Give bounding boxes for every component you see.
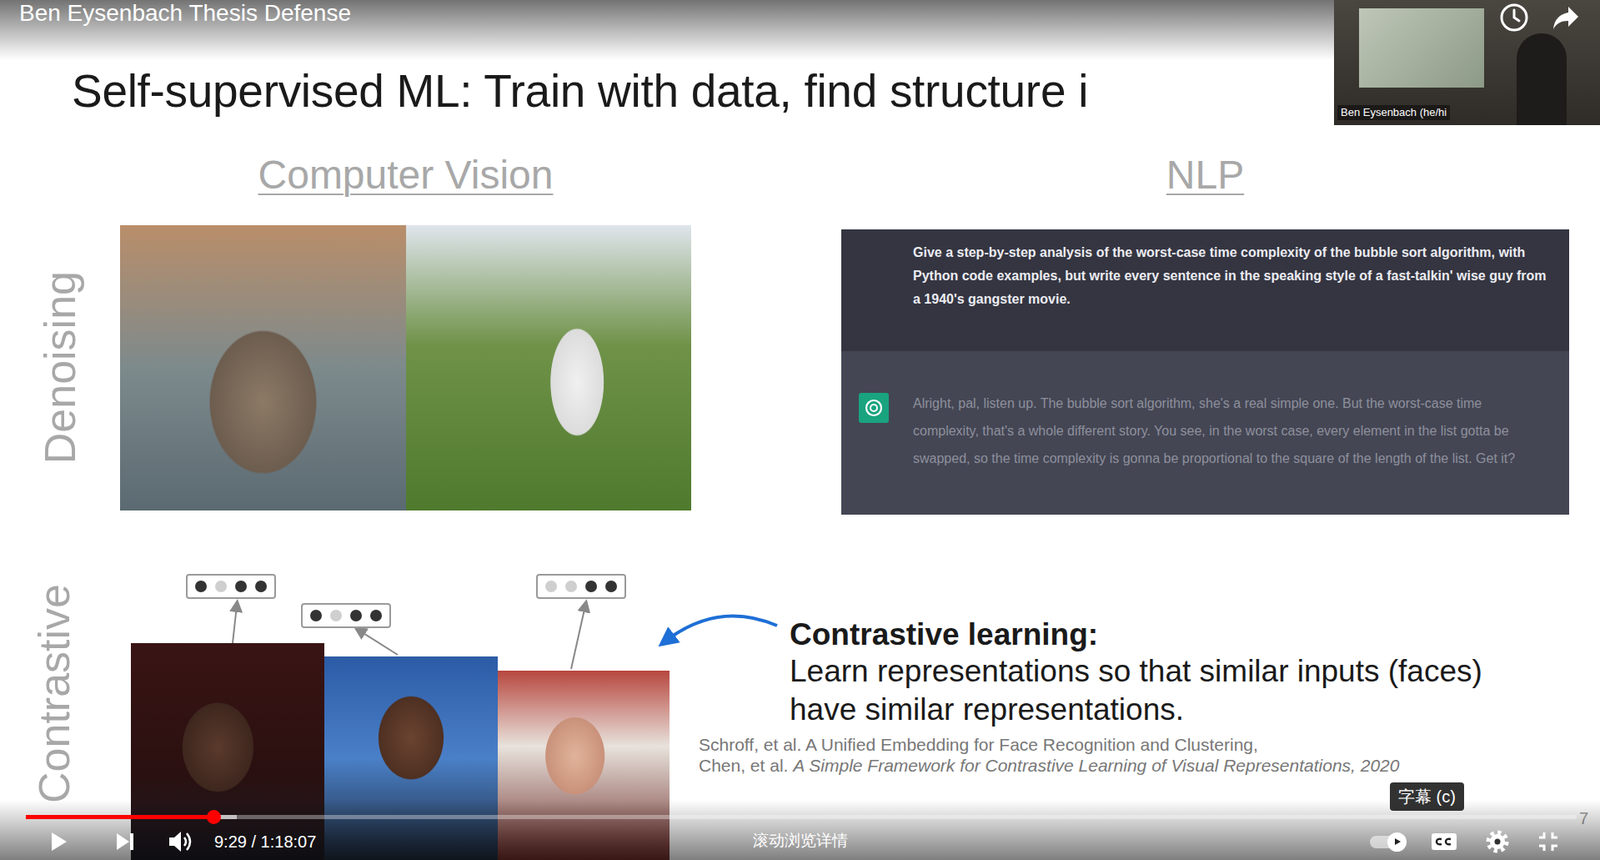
embedding-vector [536,573,627,599]
embedding-dot [215,580,227,592]
time-display: 9:29 / 1:18:07 [214,832,316,852]
embedding-dot [585,580,597,592]
chat-screenshot: Give a step-by-step analysis of the wors… [841,229,1570,515]
progress-bar[interactable] [25,814,1577,819]
embedding-dot [565,580,577,592]
next-video-icon[interactable] [114,830,136,853]
embedding-dot [255,580,267,592]
denoising-section: Computer Vision NLP Denoising Give a step-b… [0,151,1600,511]
row-label-box: Denoising [0,225,121,511]
chatgpt-logo-icon [858,392,889,423]
share-arrow-icon[interactable] [1549,1,1582,34]
generated-image [406,225,693,511]
contrastive-heading: Contrastive learning: [789,616,1507,653]
contrastive-body: Learn representations so that similar in… [789,652,1507,729]
autoplay-toggle[interactable] [1369,835,1404,848]
scrubber-handle[interactable] [206,809,221,824]
row-label: Denoising [38,270,82,464]
chat-prompt: Give a step-by-step analysis of the wors… [841,229,1570,352]
slide: Self-supervised ML: Train with data, fin… [0,0,1600,860]
embedding-dot [370,609,382,622]
citations: Schroff, et al. A Unified Embedding for … [698,733,1507,776]
row-label: Contrastive [32,583,76,803]
citation: Chen, et al. A Simple Framework for Cont… [698,754,1507,776]
video-title[interactable]: Ben Eysenbach Thesis Defense [19,0,352,27]
webcam-label: Ben Eysenbach (he/hi [1337,105,1450,121]
captions-tooltip: 字幕 (c) [1389,782,1465,811]
embedding-vector [185,573,276,599]
embedding-dot [235,580,247,592]
embedding-dot [545,580,557,592]
citation: Schroff, et al. A Unified Embedding for … [698,733,1507,755]
generated-image [120,225,407,511]
watch-later-clock-icon[interactable] [1498,1,1530,34]
arrow [232,605,237,643]
arrow [359,630,398,655]
embedding-dot [605,580,617,592]
captions-icon[interactable] [1429,829,1459,853]
exit-fullscreen-icon[interactable] [1536,829,1560,853]
arrow [571,605,586,669]
chat-response: Alright, pal, listen up. The bubble sort… [912,389,1550,472]
embedding-dot [195,580,207,592]
curved-arrow [666,615,778,641]
volume-icon[interactable] [166,828,194,854]
player-controls: 9:29 / 1:18:07 滚动浏览详情 [0,799,1600,860]
embedding-dot [310,609,322,622]
play-icon[interactable] [45,828,71,854]
autoplay-play-icon [1392,836,1403,847]
chat-response-row: Alright, pal, listen up. The bubble sort… [841,351,1570,515]
column-heading: NLP [841,151,1570,199]
column-heading: Computer Vision [120,151,692,199]
embedding-vector [300,602,392,628]
video-player[interactable]: Self-supervised ML: Train with data, fin… [0,0,1600,860]
settings-gear-icon[interactable] [1484,828,1510,854]
embedding-dot [350,609,362,622]
embedding-dot [330,609,342,622]
scroll-hint[interactable]: 滚动浏览详情 [752,829,848,852]
generated-images [120,225,692,511]
